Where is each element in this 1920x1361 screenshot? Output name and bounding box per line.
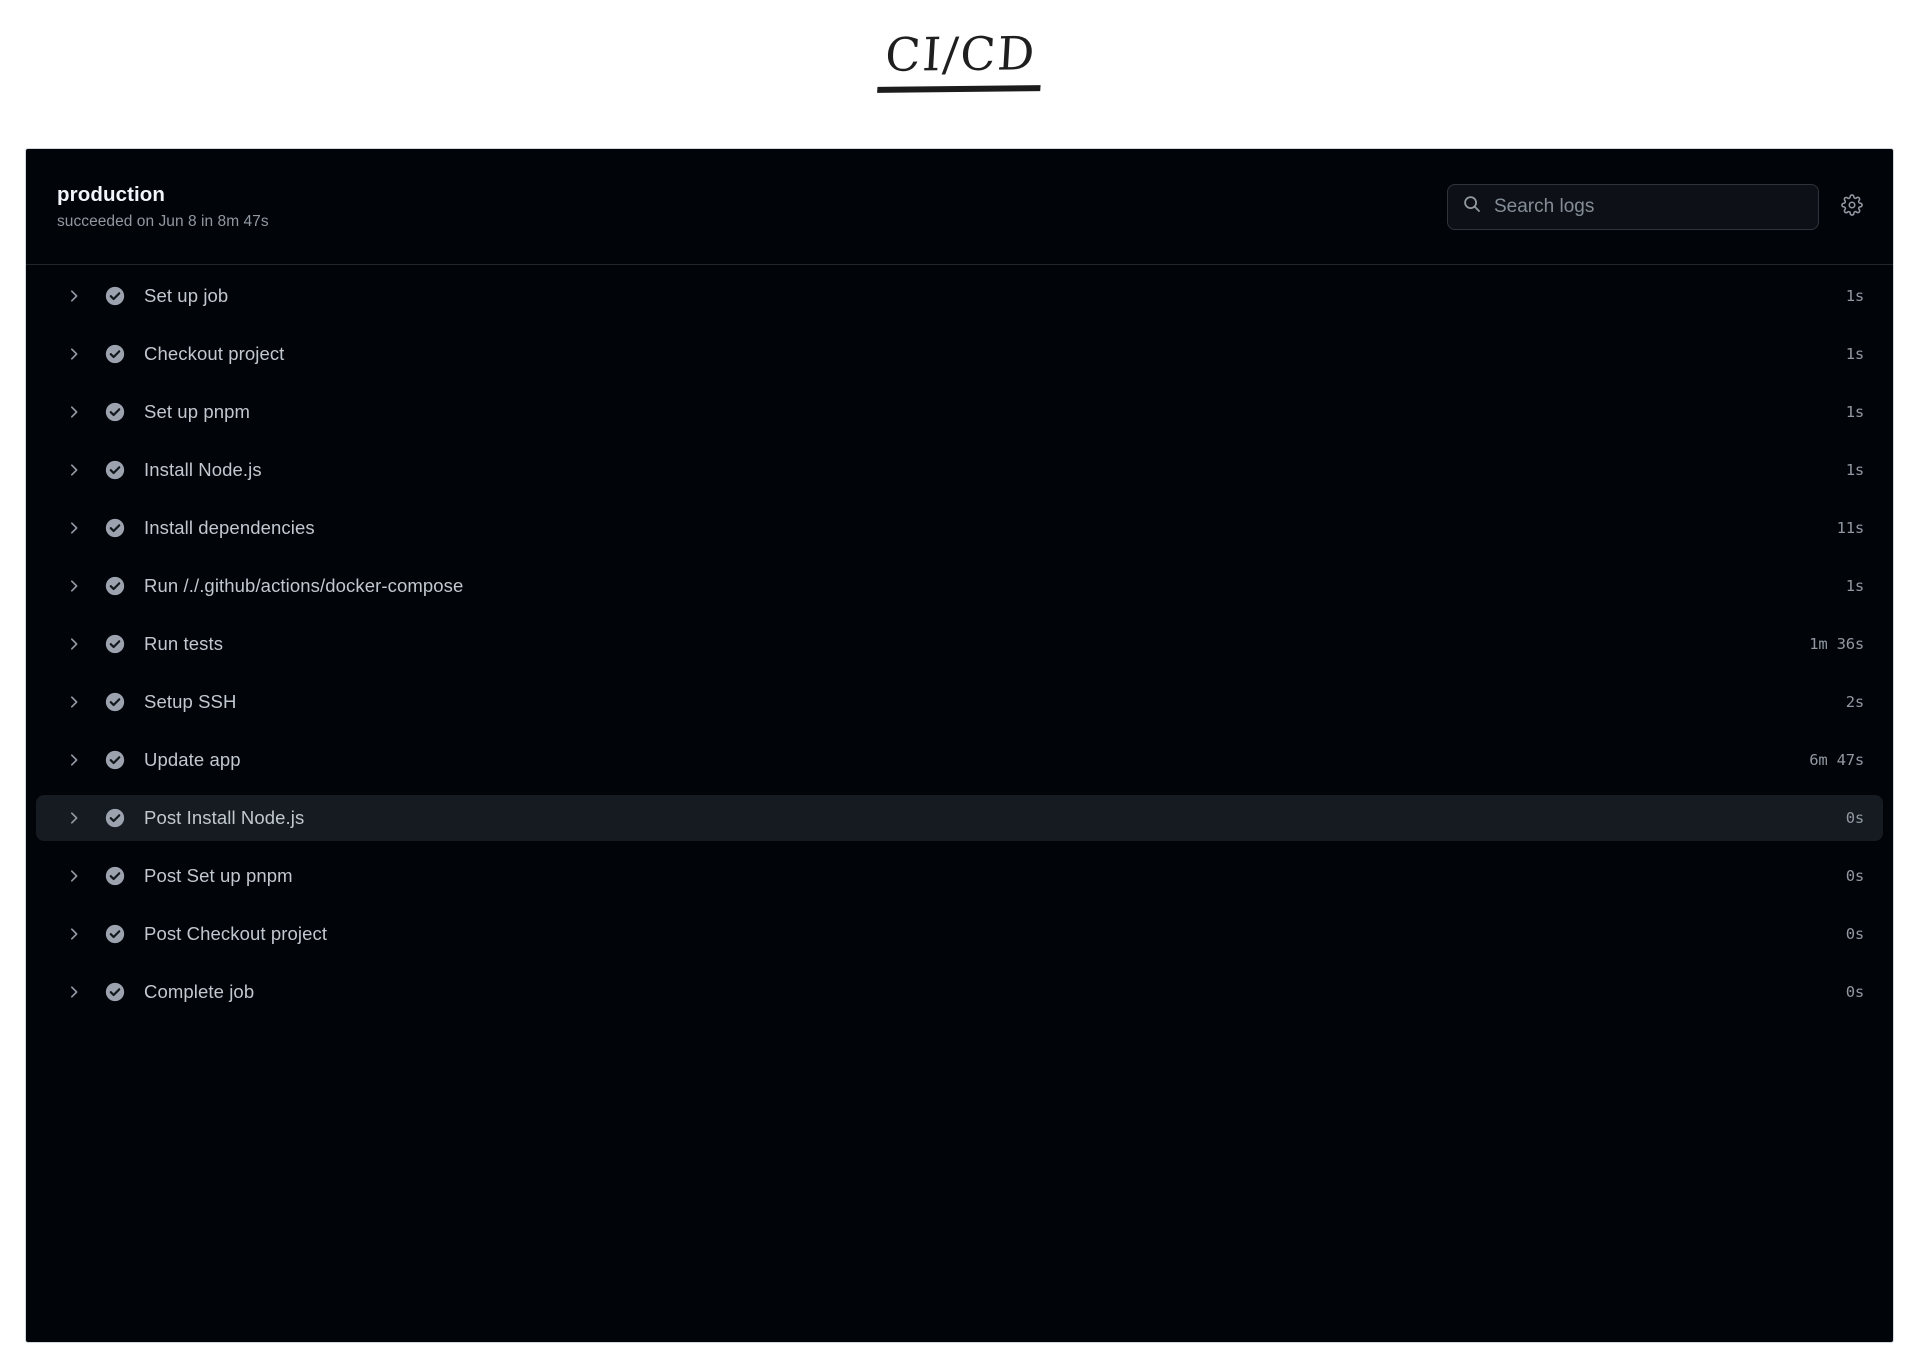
step-row[interactable]: Set up pnpm 1s — [36, 389, 1883, 435]
job-status-text: succeeded on Jun 8 in 8m 47s — [57, 212, 269, 230]
step-duration: 1m 36s — [1809, 635, 1864, 653]
step-label: Post Install Node.js — [144, 807, 305, 828]
step-row[interactable]: Checkout project 1s — [36, 331, 1883, 377]
step-label: Install Node.js — [144, 459, 262, 480]
chevron-right-icon[interactable] — [64, 463, 84, 477]
step-label: Set up job — [144, 285, 229, 306]
page-title: CI/CD — [0, 0, 1920, 120]
chevron-right-icon[interactable] — [64, 811, 84, 825]
check-circle-icon — [104, 575, 126, 597]
check-circle-icon — [104, 459, 126, 481]
step-label: Run /./.github/actions/docker-compose — [144, 575, 464, 596]
step-duration: 1s — [1845, 287, 1864, 305]
step-row[interactable]: Post Install Node.js 0s — [36, 795, 1883, 841]
chevron-right-icon[interactable] — [64, 521, 84, 535]
step-label: Install dependencies — [144, 517, 315, 538]
page-title-text: CI/CD — [876, 26, 1044, 94]
gear-icon — [1841, 194, 1863, 219]
step-row[interactable]: Set up job 1s — [36, 273, 1883, 319]
check-circle-icon — [104, 865, 126, 887]
step-row[interactable]: Post Checkout project 0s — [36, 911, 1883, 957]
chevron-right-icon[interactable] — [64, 579, 84, 593]
check-circle-icon — [104, 285, 126, 307]
workflow-log-panel: production succeeded on Jun 8 in 8m 47s — [25, 148, 1894, 1343]
settings-button[interactable] — [1833, 188, 1871, 226]
chevron-right-icon[interactable] — [64, 927, 84, 941]
step-row[interactable]: Update app 6m 47s — [36, 737, 1883, 783]
search-input[interactable] — [1494, 195, 1804, 218]
step-duration: 1s — [1845, 461, 1864, 479]
chevron-right-icon[interactable] — [64, 869, 84, 883]
chevron-right-icon[interactable] — [64, 347, 84, 361]
step-label: Complete job — [144, 981, 255, 1002]
step-label: Run tests — [144, 633, 224, 654]
step-row[interactable]: Run tests 1m 36s — [36, 621, 1883, 667]
step-duration: 0s — [1845, 809, 1864, 827]
chevron-right-icon[interactable] — [64, 289, 84, 303]
step-row[interactable]: Run /./.github/actions/docker-compose 1s — [36, 563, 1883, 609]
step-duration: 0s — [1845, 983, 1864, 1001]
check-circle-icon — [104, 343, 126, 365]
job-name: production — [57, 183, 166, 207]
check-circle-icon — [104, 807, 126, 829]
step-row[interactable]: Complete job 0s — [36, 969, 1883, 1015]
chevron-right-icon[interactable] — [64, 637, 84, 651]
check-circle-icon — [104, 923, 126, 945]
step-label: Checkout project — [144, 343, 285, 364]
step-duration: 1s — [1845, 403, 1864, 421]
chevron-right-icon[interactable] — [64, 985, 84, 999]
step-label: Setup SSH — [144, 691, 237, 712]
step-duration: 11s — [1836, 519, 1865, 537]
check-circle-icon — [104, 749, 126, 771]
search-logs-box[interactable] — [1447, 183, 1819, 230]
step-row[interactable]: Post Set up pnpm 0s — [36, 853, 1883, 899]
step-row[interactable]: Install dependencies 11s — [36, 505, 1883, 551]
chevron-right-icon[interactable] — [64, 695, 84, 709]
step-duration: 0s — [1845, 925, 1864, 943]
check-circle-icon — [104, 517, 126, 539]
check-circle-icon — [104, 691, 126, 713]
step-duration: 1s — [1845, 345, 1864, 363]
step-label: Set up pnpm — [144, 401, 251, 422]
chevron-right-icon[interactable] — [64, 753, 84, 767]
step-label: Post Checkout project — [144, 923, 328, 944]
header-actions — [1447, 183, 1871, 230]
chevron-right-icon[interactable] — [64, 405, 84, 419]
step-duration: 1s — [1845, 577, 1864, 595]
panel-header: production succeeded on Jun 8 in 8m 47s — [26, 149, 1893, 265]
steps-list: Set up job 1s Checkout project 1s Set up pnp… — [26, 265, 1893, 1015]
step-duration: 0s — [1845, 867, 1864, 885]
step-duration: 2s — [1845, 693, 1864, 711]
search-icon — [1462, 194, 1482, 219]
step-label: Update app — [144, 749, 241, 770]
step-row[interactable]: Setup SSH 2s — [36, 679, 1883, 725]
check-circle-icon — [104, 401, 126, 423]
check-circle-icon — [104, 633, 126, 655]
step-row[interactable]: Install Node.js 1s — [36, 447, 1883, 493]
step-duration: 6m 47s — [1809, 751, 1864, 769]
step-label: Post Set up pnpm — [144, 865, 293, 886]
job-summary: production succeeded on Jun 8 in 8m 47s — [57, 182, 1447, 231]
check-circle-icon — [104, 981, 126, 1003]
